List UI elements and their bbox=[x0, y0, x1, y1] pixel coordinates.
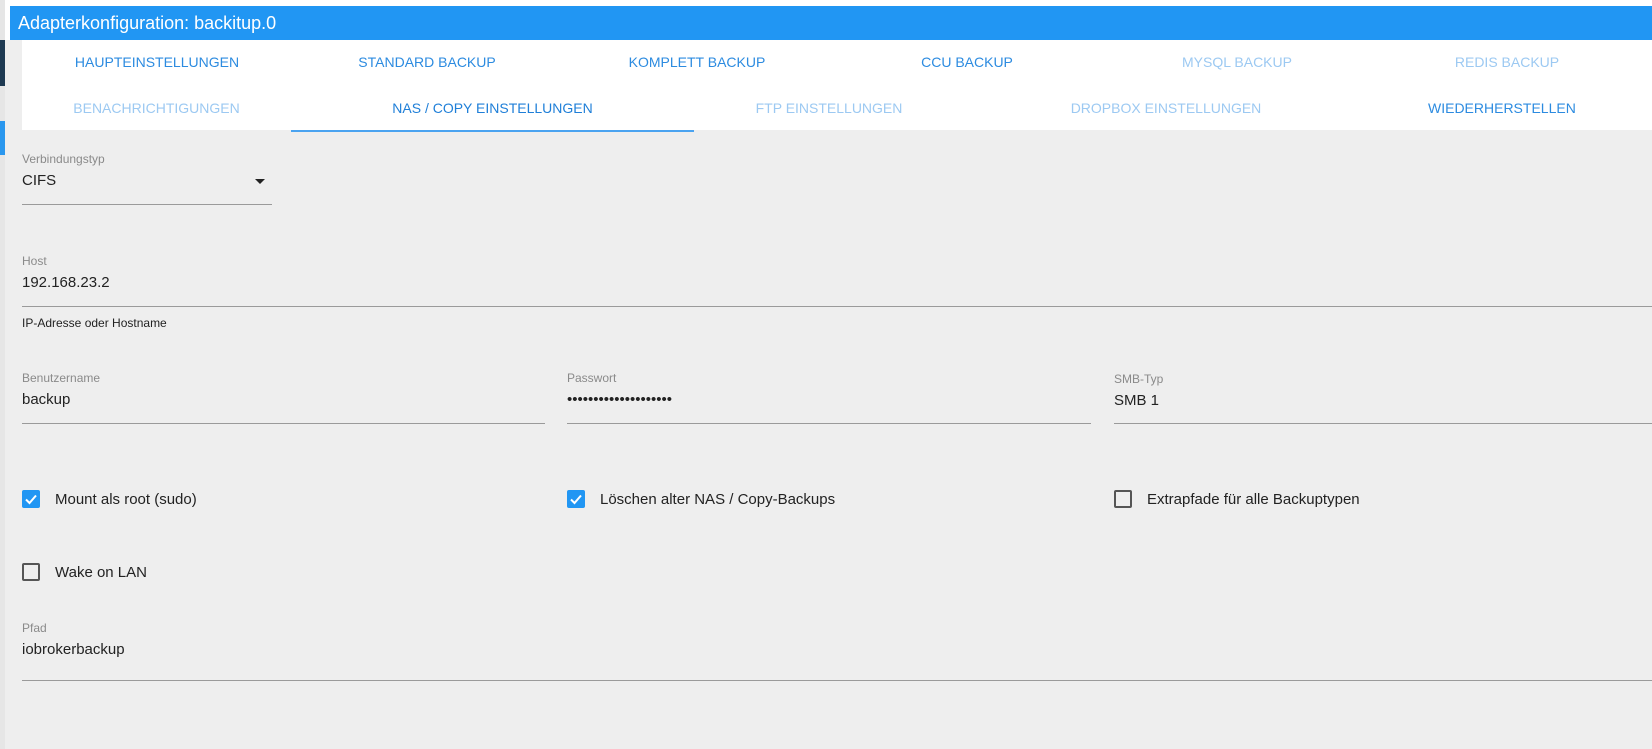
field-underline bbox=[567, 423, 1091, 424]
username-field[interactable]: Benutzername backup bbox=[22, 371, 545, 431]
tab-ccu-backup[interactable]: CCU BACKUP bbox=[832, 40, 1102, 84]
host-field[interactable]: Host 192.168.23.2 IP-Adresse oder Hostna… bbox=[22, 254, 1652, 334]
checkbox-checked-icon[interactable] bbox=[567, 490, 585, 508]
connection-type-label: Verbindungstyp bbox=[22, 152, 105, 166]
host-input[interactable]: 192.168.23.2 bbox=[22, 274, 110, 291]
mount-as-root-label: Mount als root (sudo) bbox=[55, 491, 197, 508]
smb-type-value: SMB 1 bbox=[1114, 392, 1160, 409]
field-underline bbox=[1114, 423, 1652, 424]
extra-paths-label: Extrapfade für alle Backuptypen bbox=[1147, 491, 1360, 508]
connection-type-value: CIFS bbox=[22, 172, 57, 189]
wake-on-lan-checkbox[interactable]: Wake on LAN bbox=[22, 562, 322, 586]
smb-type-label: SMB-Typ bbox=[1114, 372, 1164, 386]
path-field[interactable]: Pfad iobrokerbackup bbox=[22, 621, 1652, 681]
extra-paths-checkbox[interactable]: Extrapfade für alle Backuptypen bbox=[1114, 489, 1514, 513]
delete-old-backups-checkbox[interactable]: Löschen alter NAS / Copy-Backups bbox=[567, 489, 967, 513]
tab-komplett-backup[interactable]: KOMPLETT BACKUP bbox=[562, 40, 832, 84]
field-underline bbox=[22, 204, 272, 205]
dropdown-arrow-icon[interactable] bbox=[255, 179, 265, 184]
checkbox-checked-icon[interactable] bbox=[22, 490, 40, 508]
password-input[interactable]: •••••••••••••••••••• bbox=[567, 391, 672, 408]
tab-mysql-backup[interactable]: MYSQL BACKUP bbox=[1102, 40, 1372, 84]
dialog-title: Adapterkonfiguration: backitup.0 bbox=[10, 6, 1652, 40]
path-label: Pfad bbox=[22, 621, 47, 635]
username-input[interactable]: backup bbox=[22, 391, 70, 408]
tab-dropbox-einstellungen[interactable]: DROPBOX EINSTELLUNGEN bbox=[964, 86, 1368, 130]
field-underline bbox=[22, 423, 545, 424]
tab-standard-backup[interactable]: STANDARD BACKUP bbox=[292, 40, 562, 84]
connection-type-select[interactable]: Verbindungstyp CIFS bbox=[22, 152, 272, 212]
tab-ftp-einstellungen[interactable]: FTP EINSTELLUNGEN bbox=[694, 86, 964, 130]
checkbox-unchecked-icon[interactable] bbox=[22, 563, 40, 581]
settings-tabs: HAUPTEINSTELLUNGEN STANDARD BACKUP KOMPL… bbox=[22, 40, 1652, 132]
password-field[interactable]: Passwort •••••••••••••••••••• bbox=[567, 371, 1091, 431]
host-label: Host bbox=[22, 254, 47, 268]
tab-benachrichtigungen[interactable]: BENACHRICHTIGUNGEN bbox=[22, 86, 291, 130]
path-input[interactable]: iobrokerbackup bbox=[22, 641, 125, 658]
tab-haupteinstellungen[interactable]: HAUPTEINSTELLUNGEN bbox=[22, 40, 292, 84]
tab-wiederherstellen[interactable]: WIEDERHERSTELLEN bbox=[1428, 86, 1652, 130]
field-underline bbox=[22, 680, 1652, 681]
tab-redis-backup[interactable]: REDIS BACKUP bbox=[1372, 40, 1642, 84]
wake-on-lan-label: Wake on LAN bbox=[55, 564, 147, 581]
delete-old-backups-label: Löschen alter NAS / Copy-Backups bbox=[600, 491, 836, 508]
password-label: Passwort bbox=[567, 371, 617, 385]
field-underline bbox=[22, 306, 1652, 307]
smb-type-select[interactable]: SMB-Typ SMB 1 bbox=[1114, 372, 1652, 432]
tab-nas-copy-einstellungen[interactable]: NAS / COPY EINSTELLUNGEN bbox=[291, 86, 694, 132]
username-label: Benutzername bbox=[22, 371, 101, 385]
checkbox-unchecked-icon[interactable] bbox=[1114, 490, 1132, 508]
host-helper-text: IP-Adresse oder Hostname bbox=[22, 316, 167, 330]
mount-as-root-checkbox[interactable]: Mount als root (sudo) bbox=[22, 489, 322, 513]
adapter-config-panel: HAUPTEINSTELLUNGEN STANDARD BACKUP KOMPL… bbox=[5, 40, 1652, 749]
